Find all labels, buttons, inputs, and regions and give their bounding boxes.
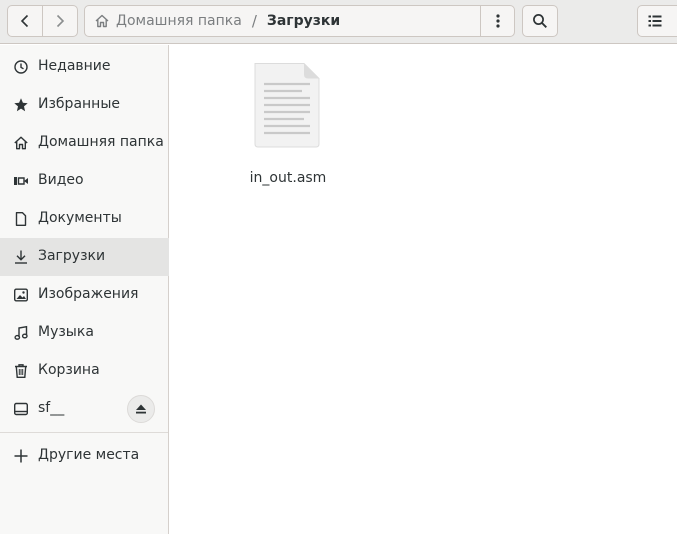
path-menu-button[interactable] (480, 6, 514, 36)
sidebar-item-label: Недавние (38, 58, 111, 74)
star-icon (13, 97, 29, 113)
sidebar-item-music[interactable]: Музыка (0, 314, 169, 352)
trash-icon (13, 363, 29, 379)
sidebar-item-label: Загрузки (38, 248, 106, 264)
video-icon (13, 173, 29, 189)
sidebar-item-label: sf__ (38, 400, 65, 416)
sidebar-item-downloads[interactable]: Загрузки (0, 238, 169, 276)
chevron-right-icon (56, 14, 65, 28)
file-manager-window: Домашняя папка / Загрузки Недавние Избра… (0, 0, 677, 534)
sidebar-item-other-locations[interactable]: Другие места (0, 437, 169, 475)
back-button[interactable] (7, 5, 43, 37)
search-icon (533, 14, 547, 28)
sidebar-separator (0, 432, 168, 433)
sidebar-item-label: Другие места (38, 447, 140, 463)
breadcrumb-home[interactable]: Домашняя папка (85, 13, 242, 29)
path-bar: Домашняя папка / Загрузки (84, 5, 515, 37)
vertical-dots-icon (495, 14, 500, 28)
sidebar-item-starred[interactable]: Избранные (0, 86, 169, 124)
sidebar-item-label: Домашняя папка (38, 134, 164, 150)
forward-button[interactable] (42, 5, 78, 37)
sidebar-item-label: Изображения (38, 286, 139, 302)
header-bar: Домашняя папка / Загрузки (0, 0, 677, 44)
image-icon (13, 287, 29, 303)
document-icon (13, 211, 29, 227)
search-button[interactable] (522, 5, 558, 37)
breadcrumb-current[interactable]: Загрузки (267, 13, 340, 29)
music-icon (13, 325, 29, 341)
file-name: in_out.asm (249, 170, 327, 186)
sidebar-item-label: Избранные (38, 96, 120, 112)
breadcrumb-separator: / (251, 12, 257, 30)
sidebar-item-label: Документы (38, 210, 122, 226)
sidebar-item-label: Корзина (38, 362, 100, 378)
sidebar-item-videos[interactable]: Видео (0, 162, 169, 200)
view-toggle-button[interactable] (637, 5, 677, 37)
clock-icon (13, 59, 29, 75)
plus-icon (13, 448, 29, 464)
sidebar-item-home[interactable]: Домашняя папка (0, 124, 169, 162)
sidebar-item-recent[interactable]: Недавние (0, 48, 169, 86)
drive-icon (13, 401, 29, 417)
home-icon (13, 135, 29, 151)
sidebar-item-trash[interactable]: Корзина (0, 352, 169, 390)
eject-button[interactable] (127, 395, 155, 423)
sidebar-item-sf-drive[interactable]: sf__ (0, 390, 169, 428)
sidebar-item-documents[interactable]: Документы (0, 200, 169, 238)
chevron-left-icon (20, 14, 29, 28)
breadcrumb-home-label: Домашняя папка (116, 13, 242, 29)
sidebar: Недавние Избранные Домашняя папка Видео … (0, 45, 169, 534)
eject-icon (136, 404, 146, 414)
text-file-icon (254, 63, 320, 148)
sidebar-item-label: Видео (38, 172, 84, 188)
sidebar-item-label: Музыка (38, 324, 94, 340)
file-item[interactable]: in_out.asm (244, 61, 330, 186)
download-icon (13, 249, 29, 265)
sidebar-item-pictures[interactable]: Изображения (0, 276, 169, 314)
home-icon (95, 14, 109, 28)
list-view-icon (648, 15, 662, 27)
file-view: in_out.asm (170, 45, 677, 534)
